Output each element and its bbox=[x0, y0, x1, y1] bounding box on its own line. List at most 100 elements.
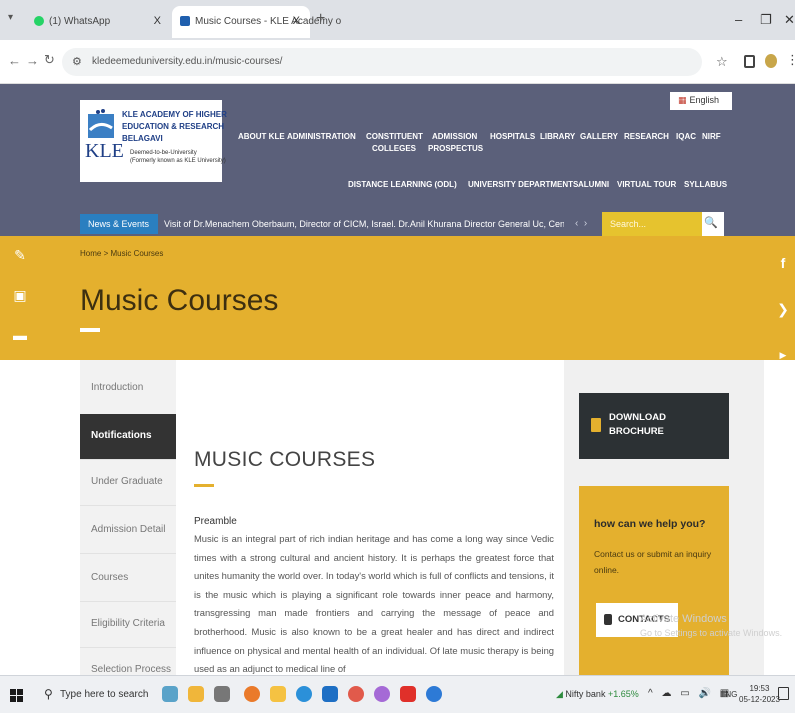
forward-arrow-icon[interactable]: → bbox=[26, 53, 39, 68]
nifty-widget[interactable]: ◢ Nifty bank +1.65% bbox=[556, 689, 639, 700]
kle-emblem-icon bbox=[88, 109, 114, 138]
chrome-icon[interactable] bbox=[348, 686, 364, 702]
facebook-app-icon[interactable] bbox=[426, 686, 442, 702]
uk-flag-icon: ▦ bbox=[678, 95, 687, 105]
mail-icon[interactable] bbox=[322, 686, 338, 702]
section-title: Preamble bbox=[194, 516, 237, 527]
nav-virtual-tour[interactable]: VIRTUAL TOUR bbox=[617, 180, 676, 189]
nav-syllabus[interactable]: SYLLABUS bbox=[684, 180, 727, 189]
sidebar-item-eligibility[interactable]: Eligibility Criteria bbox=[80, 602, 176, 648]
nav-iqac[interactable]: IQAC bbox=[676, 132, 696, 141]
nav-alumni[interactable]: ALUMNI bbox=[578, 180, 609, 189]
document-icon bbox=[591, 418, 601, 432]
sidebar-item-admission-detail[interactable]: Admission Detail bbox=[80, 508, 176, 554]
nav-about-kle[interactable]: ABOUT KLE bbox=[238, 132, 285, 141]
download-brochure-button[interactable]: DOWNLOAD BROCHURE bbox=[579, 393, 729, 459]
nav-administration[interactable]: ADMINISTRATION bbox=[287, 132, 356, 141]
kle-favicon-icon bbox=[180, 16, 190, 27]
task-view-icon[interactable] bbox=[214, 686, 230, 702]
tab-music-courses[interactable]: Music Courses - KLE Academy o X bbox=[172, 6, 341, 38]
book-icon: ▣ bbox=[13, 287, 27, 303]
nav-university-departments[interactable]: UNIVERSITY DEPARTMENTS bbox=[468, 180, 578, 189]
kle-logo[interactable]: KLE KLE ACADEMY OF HIGHER EDUCATION & RE… bbox=[80, 100, 227, 182]
profile-avatar-icon[interactable] bbox=[765, 54, 777, 68]
card-icon: ▬ bbox=[13, 327, 27, 343]
instagram-app-icon[interactable] bbox=[374, 686, 390, 702]
windows-start-icon[interactable] bbox=[10, 689, 23, 702]
chart-icon: ◢ bbox=[556, 689, 566, 699]
content-heading: MUSIC COURSES bbox=[194, 448, 376, 471]
page-banner: Home > Music Courses Music Courses bbox=[0, 236, 795, 360]
nav-distance-learning[interactable]: DISTANCE LEARNING (ODL) bbox=[348, 180, 457, 189]
nav-admission[interactable]: ADMISSION bbox=[432, 132, 477, 141]
facebook-link[interactable]: f bbox=[771, 245, 795, 281]
browser-tab-bar: ▾ (1) WhatsApp X Music Courses - KLE Aca… bbox=[0, 0, 795, 40]
close-tab-icon[interactable]: X bbox=[293, 15, 300, 27]
news-events-label[interactable]: News & Events bbox=[80, 214, 158, 234]
sidebar-item-under-graduate[interactable]: Under Graduate bbox=[80, 460, 176, 506]
logo-line-3: BELAGAVI bbox=[122, 134, 163, 143]
nav-hospitals[interactable]: HOSPITALS bbox=[490, 132, 535, 141]
reload-icon[interactable]: ↻ bbox=[44, 52, 55, 68]
language-label: English bbox=[689, 95, 720, 105]
address-bar-row: ← → ↻ ⚙ kledeemeduniversity.edu.in/music… bbox=[0, 40, 795, 84]
nav-gallery[interactable]: GALLERY bbox=[580, 132, 618, 141]
nav-constituent[interactable]: CONSTITUENT bbox=[366, 132, 423, 141]
input-language[interactable]: ENG bbox=[720, 690, 737, 699]
nav-library[interactable]: LIBRARY bbox=[540, 132, 575, 141]
tab-search-icon[interactable]: ▾ bbox=[8, 12, 13, 23]
new-tab-button[interactable]: + bbox=[316, 10, 325, 28]
sidebar-panel-icon[interactable] bbox=[744, 55, 755, 68]
clock-date: 05-12-2023 bbox=[739, 695, 780, 704]
youtube-app-icon[interactable] bbox=[400, 686, 416, 702]
watermark-line-2: Go to Settings to activate Windows. bbox=[640, 628, 783, 638]
minimize-button[interactable]: – bbox=[735, 12, 742, 27]
nav-research[interactable]: RESEARCH bbox=[624, 132, 669, 141]
nav-prospectus[interactable]: PROSPECTUS bbox=[428, 144, 483, 153]
language-selector[interactable]: ▦ English bbox=[670, 92, 732, 110]
site-info-icon[interactable]: ⚙ bbox=[72, 55, 82, 68]
close-tab-icon[interactable]: X bbox=[154, 15, 161, 27]
close-window-button[interactable]: ✕ bbox=[784, 12, 795, 28]
twitter-link[interactable]: ❯ bbox=[771, 291, 795, 327]
windows-taskbar: ⚲ Type here to search ◢ Nifty bank +1.65… bbox=[0, 675, 795, 713]
sidebar-item-introduction[interactable]: Introduction bbox=[91, 382, 143, 393]
sidebar-item-notifications[interactable]: Notifications bbox=[80, 414, 176, 460]
quick-link-apply[interactable]: ✎ bbox=[0, 236, 40, 276]
help-card: how can we help you? Contact us or submi… bbox=[579, 486, 729, 675]
breadcrumb[interactable]: Home > Music Courses bbox=[80, 249, 163, 258]
twitter-icon: ❯ bbox=[777, 301, 789, 317]
clock-time: 19:53 bbox=[749, 684, 770, 693]
maximize-button[interactable]: ❐ bbox=[760, 12, 772, 28]
tab-whatsapp[interactable]: (1) WhatsApp X bbox=[26, 6, 171, 38]
news-ticker-text[interactable]: Visit of Dr.Menachem Oberbaum, Director … bbox=[164, 219, 564, 229]
news-arrows-icon[interactable]: ‹ › bbox=[575, 218, 587, 229]
site-header: KLE KLE ACADEMY OF HIGHER EDUCATION & RE… bbox=[0, 84, 795, 236]
title-underline bbox=[80, 328, 100, 332]
notification-icon[interactable] bbox=[778, 687, 789, 700]
nifty-label: Nifty bank bbox=[565, 689, 606, 699]
taskbar-search-placeholder: Type here to search bbox=[60, 689, 149, 700]
url-field[interactable]: ⚙ kledeemeduniversity.edu.in/music-cours… bbox=[62, 48, 702, 76]
bookmark-star-icon[interactable]: ☆ bbox=[716, 54, 728, 70]
search-icon[interactable]: 🔍 bbox=[704, 216, 718, 229]
firefox-icon[interactable] bbox=[244, 686, 260, 702]
sidebar-item-courses[interactable]: Courses bbox=[80, 556, 176, 602]
help-title: how can we help you? bbox=[594, 518, 706, 530]
site-search-input[interactable] bbox=[602, 212, 702, 236]
edge-icon[interactable] bbox=[296, 686, 312, 702]
phone-icon bbox=[604, 614, 612, 625]
browser-menu-icon[interactable]: ⋮ bbox=[786, 52, 795, 68]
clock[interactable]: 19:53 05-12-2023 bbox=[739, 683, 780, 705]
nav-colleges[interactable]: COLLEGES bbox=[372, 144, 416, 153]
folder-icon[interactable] bbox=[270, 686, 286, 702]
widget-icon[interactable] bbox=[162, 686, 178, 702]
nifty-change: +1.65% bbox=[607, 689, 639, 699]
back-arrow-icon[interactable]: ← bbox=[8, 53, 21, 68]
quick-link-card[interactable]: ▬ bbox=[0, 316, 40, 356]
nav-nirf[interactable]: NIRF bbox=[702, 132, 721, 141]
news-ticker: News & Events Visit of Dr.Menachem Oberb… bbox=[80, 212, 730, 236]
file-explorer-icon[interactable] bbox=[188, 686, 204, 702]
watermark-line-1: Activate Windows bbox=[640, 613, 727, 625]
quick-link-book[interactable]: ▣ bbox=[0, 276, 40, 316]
